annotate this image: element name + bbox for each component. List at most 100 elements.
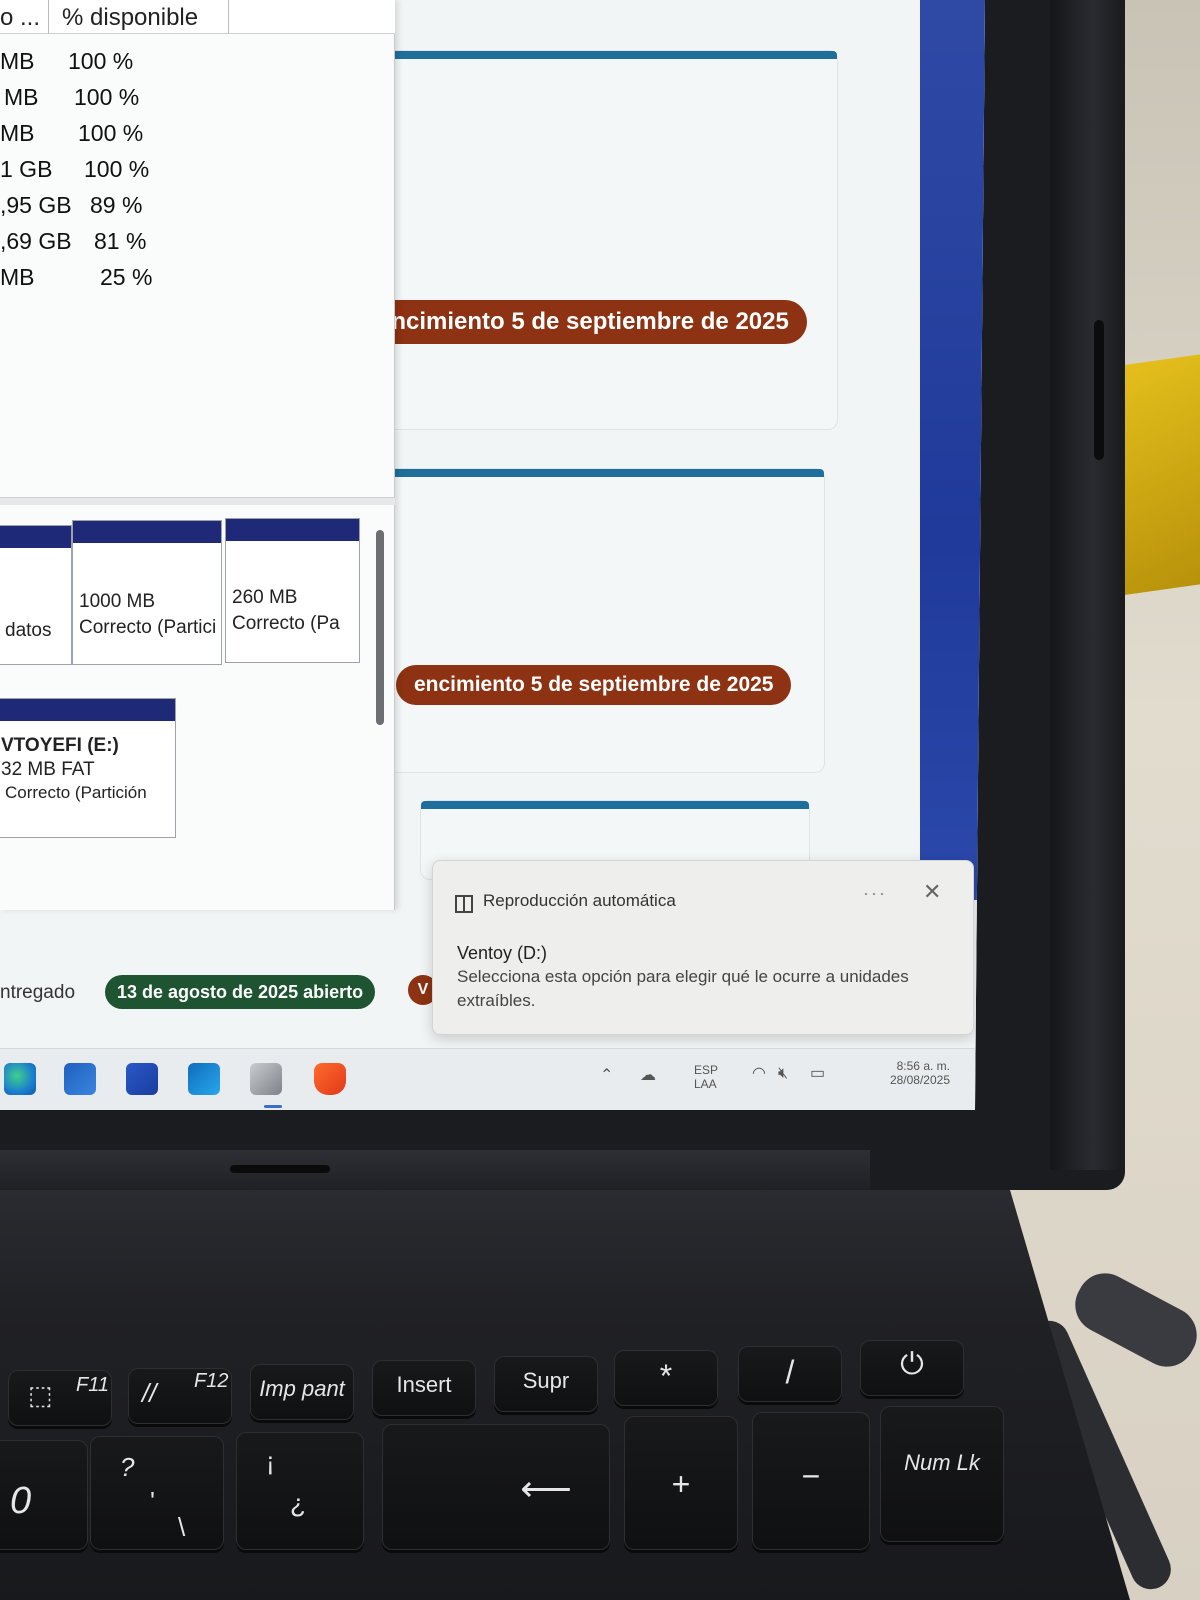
more-options-button[interactable]: ··· bbox=[863, 883, 887, 904]
key-power[interactable]: ⏻ bbox=[860, 1340, 964, 1396]
volume-size: MB bbox=[4, 84, 39, 110]
partition-260mb[interactable]: 260 MB Correcto (Pa bbox=[225, 518, 360, 663]
volume-available: 100 % bbox=[68, 48, 134, 74]
key-print-screen-label: Imp pant bbox=[259, 1376, 345, 1401]
remote-app-icon[interactable] bbox=[126, 1063, 158, 1095]
close-notification-button[interactable]: ✕ bbox=[923, 879, 941, 905]
volume-row[interactable]: 1 GB 100 % bbox=[0, 156, 300, 190]
show-hidden-icons-button[interactable]: ⌃ bbox=[600, 1068, 613, 1084]
partition-bar bbox=[0, 526, 71, 548]
autoplay-notification[interactable]: Reproducción automática ··· ✕ Ventoy (D:… bbox=[432, 860, 974, 1035]
pane-splitter[interactable] bbox=[0, 497, 395, 505]
key-0-label: 0 bbox=[10, 1480, 32, 1522]
key-f12-label: F12 bbox=[194, 1370, 229, 1392]
partition-type: datos bbox=[5, 620, 52, 641]
volume-size: MB bbox=[0, 48, 35, 74]
volume-row[interactable]: MB 100 % bbox=[0, 120, 300, 154]
screen-bezel bbox=[1050, 0, 1122, 1170]
keyboard-deck: ⬚ F11 // F12 Imp pant Insert Supr * / ⏻ … bbox=[0, 1190, 1130, 1600]
column-header-truncated[interactable]: o ... bbox=[0, 4, 40, 32]
volume-row[interactable]: MB 100 % bbox=[0, 48, 300, 82]
computer-management-icon[interactable] bbox=[250, 1063, 282, 1095]
yellow-object bbox=[1120, 354, 1200, 596]
key-numpad-multiply[interactable]: * bbox=[614, 1350, 718, 1406]
volume-size: ,69 GB bbox=[0, 228, 72, 254]
partition-data[interactable]: datos bbox=[0, 525, 72, 665]
key-inv-question-label: ¿ bbox=[290, 1488, 306, 1518]
clock-date: 28/08/2025 bbox=[889, 1073, 950, 1087]
partition-vtoyefi[interactable]: VTOYEFI (E:) 32 MB FAT Correcto (Partici… bbox=[0, 698, 176, 838]
partition-1000mb[interactable]: 1000 MB Correcto (Partici bbox=[72, 520, 222, 665]
hinge-vent bbox=[230, 1165, 330, 1173]
active-app-indicator bbox=[264, 1105, 282, 1108]
backspace-arrow-icon: ⟵ bbox=[520, 1468, 572, 1509]
key-f12[interactable]: // F12 bbox=[128, 1368, 232, 1424]
key-backspace[interactable]: ⟵ bbox=[382, 1424, 610, 1550]
key-apostrophe[interactable]: ? ' \ bbox=[90, 1436, 224, 1550]
partition-bar bbox=[0, 699, 175, 721]
volume-row[interactable]: ,69 GB 81 % bbox=[0, 228, 300, 262]
input-language[interactable]: ESP LAA bbox=[694, 1063, 718, 1091]
key-numpad-minus[interactable]: − bbox=[752, 1412, 870, 1550]
volume-available: 25 % bbox=[100, 264, 153, 290]
key-inverted-question[interactable]: ¡ ¿ bbox=[236, 1432, 364, 1550]
delivered-label: ntregado bbox=[0, 982, 76, 1003]
volume-available: 89 % bbox=[90, 192, 143, 218]
key-question-label: ? bbox=[120, 1452, 135, 1482]
partition-status: Correcto (Partici bbox=[79, 617, 217, 638]
brave-browser-icon[interactable] bbox=[314, 1063, 346, 1095]
notification-body: Selecciona esta opción para elegir qué l… bbox=[457, 967, 909, 1010]
volume-size: 1 GB bbox=[0, 156, 53, 182]
partition-bar bbox=[226, 519, 359, 541]
partition-bar bbox=[73, 521, 221, 543]
outlook-icon[interactable] bbox=[188, 1063, 220, 1095]
notification-app-name: Reproducción automática bbox=[483, 891, 676, 910]
volume-list-header: o ... % disponible bbox=[0, 0, 395, 34]
volume-row[interactable]: MB 100 % bbox=[0, 84, 300, 118]
volume-size: ,95 GB bbox=[0, 192, 72, 218]
key-f11[interactable]: ⬚ F11 bbox=[8, 1370, 112, 1426]
power-icon: ⏻ bbox=[900, 1348, 924, 1381]
volume-available: 100 % bbox=[78, 120, 144, 146]
battery-icon[interactable]: ▭ bbox=[810, 1066, 825, 1082]
key-num-lock[interactable]: Num Lk bbox=[880, 1406, 1004, 1542]
laptop-screen: encimiento 5 de septiembre de 2025 encim… bbox=[0, 0, 985, 1110]
tray-app-icon[interactable]: ☁ bbox=[640, 1068, 656, 1084]
autoplay-icon bbox=[455, 895, 473, 913]
partition-status: Correcto (Partición bbox=[5, 783, 147, 802]
open-date-badge: 13 de agosto de 2025 abierto bbox=[105, 975, 376, 1009]
column-header-available[interactable]: % disponible bbox=[62, 4, 198, 32]
key-insert[interactable]: Insert bbox=[372, 1360, 476, 1416]
key-backslash-label: \ bbox=[178, 1512, 186, 1542]
key-minus-label: − bbox=[801, 1458, 821, 1494]
key-print-screen[interactable]: Imp pant bbox=[250, 1364, 354, 1420]
key-plus-label: + bbox=[671, 1466, 691, 1502]
assignment-card-1[interactable] bbox=[350, 50, 838, 430]
volume-row[interactable]: MB 25 % bbox=[0, 264, 300, 298]
key-insert-label: Insert bbox=[396, 1372, 452, 1397]
assignment-card-2[interactable] bbox=[385, 468, 825, 773]
partition-size: 260 MB bbox=[232, 587, 298, 608]
clock[interactable]: 8:56 a. m. 28/08/2025 bbox=[870, 1059, 950, 1087]
browser-side-strip bbox=[920, 0, 985, 900]
wifi-icon[interactable]: ◠ bbox=[752, 1066, 766, 1082]
key-delete[interactable]: Supr bbox=[494, 1356, 598, 1412]
key-exclaim-label: ¡ bbox=[266, 1446, 275, 1476]
partition-status: Correcto (Pa bbox=[232, 613, 340, 634]
store-icon[interactable] bbox=[64, 1063, 96, 1095]
airplane-mode-icon: // bbox=[142, 1378, 157, 1408]
mute-icon[interactable]: 🔇︎ bbox=[778, 1066, 788, 1082]
key-delete-label: Supr bbox=[522, 1368, 570, 1393]
language-code: ESP bbox=[694, 1063, 719, 1077]
edge-icon[interactable] bbox=[4, 1063, 36, 1095]
partition-scrollbar[interactable] bbox=[376, 530, 384, 725]
volume-size: MB bbox=[0, 120, 35, 146]
key-numpad-plus[interactable]: + bbox=[624, 1416, 738, 1550]
card-accent-bar bbox=[386, 469, 824, 477]
key-0[interactable]: 0 bbox=[0, 1440, 88, 1550]
partition-size: 1000 MB bbox=[79, 591, 156, 612]
project-screen-icon: ⬚ bbox=[28, 1380, 53, 1410]
bezel-slot bbox=[1094, 320, 1104, 460]
key-numpad-divide[interactable]: / bbox=[738, 1346, 842, 1402]
volume-row[interactable]: ,95 GB 89 % bbox=[0, 192, 300, 226]
